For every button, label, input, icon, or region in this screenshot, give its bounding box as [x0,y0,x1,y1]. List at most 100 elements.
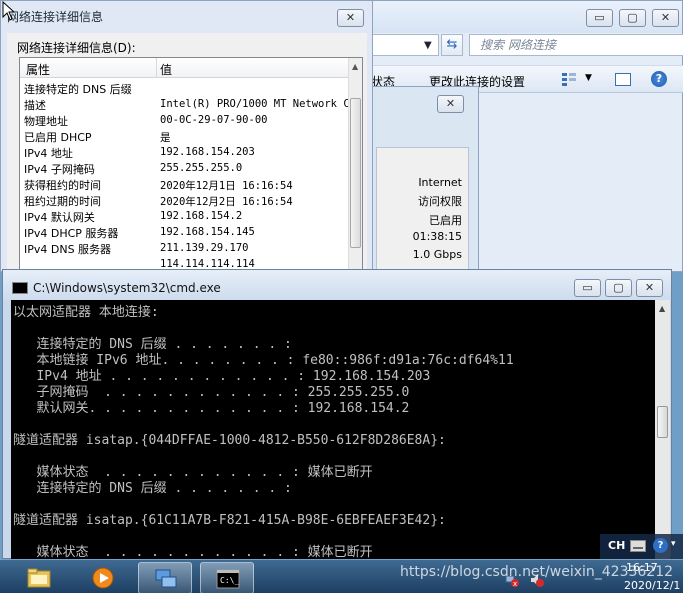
explorer-maximize-button[interactable]: ▢ [619,9,646,27]
network-details-dialog: 网络连接详细信息 ✕ 网络连接详细信息(D): 属性 值 连接特定的 DNS 后… [0,0,373,273]
table-row[interactable]: IPv4 DHCP 服务器 192.168.154.145 [20,224,350,240]
property-name: 物理地址 [24,115,68,128]
property-value: 192.168.154.203 [160,146,255,158]
media-player-icon [92,567,114,589]
property-value: 2020年12月2日 16:16:54 [160,196,293,208]
change-view-icon[interactable] [561,72,577,86]
property-value: 211.139.29.170 [160,242,249,254]
explorer-close-button[interactable]: ✕ [652,9,679,27]
table-row[interactable]: 已启用 DHCP 是 [20,128,350,144]
property-name: IPv4 子网掩码 [24,163,95,176]
column-header-value[interactable]: 值 [160,61,172,78]
cmd-maximize-button[interactable]: ▢ [605,279,632,297]
property-value: 是 [160,132,171,144]
cmd-icon [12,282,28,294]
status-close-button[interactable]: ✕ [437,95,464,113]
keyboard-icon[interactable] [630,540,646,552]
table-row[interactable]: IPv4 默认网关 192.168.154.2 [20,208,350,224]
console-output[interactable]: 以太网适配器 本地连接: 连接特定的 DNS 后缀 . . . . . . . … [11,300,655,560]
status-value: 访问权限 [418,195,462,208]
table-row[interactable]: 描述 Intel(R) PRO/1000 MT Network C [20,96,350,112]
console-line: 媒体状态 . . . . . . . . . . . . : 媒体已断开 [13,545,373,560]
scroll-thumb[interactable] [657,406,668,438]
details-close-button[interactable]: ✕ [337,9,364,27]
property-name: 获得租约的时间 [24,179,101,192]
options-icon[interactable]: ▾ [671,539,676,549]
console-line: 隧道适配器 isatap.{61C11A7B-F821-415A-B98E-6E… [13,513,446,528]
address-bar: ▼ ⇆ 搜索 网络连接 [371,34,683,58]
input-language[interactable]: CH [608,539,625,552]
address-field[interactable]: ▼ [371,34,439,56]
refresh-icon[interactable]: ⇆ [441,34,463,56]
status-value: Internet [418,176,462,189]
scroll-up-icon[interactable]: ▲ [352,62,358,71]
taskbar-explorer[interactable] [12,562,66,593]
console-line: 以太网适配器 本地连接: [13,305,159,320]
svg-text:C:\_: C:\_ [220,576,239,585]
view-dropdown-icon[interactable]: ▼ [585,73,592,83]
column-header-property[interactable]: 属性 [26,61,50,78]
clock-date[interactable]: 2020/12/1 [624,579,680,592]
mouse-cursor-icon [2,1,16,21]
property-value: Intel(R) PRO/1000 MT Network C [160,98,350,110]
status-value: 1.0 Gbps [412,248,462,261]
status-panel: Internet 访问权限 已启用 01:38:15 1.0 Gbps [376,147,469,273]
scroll-up-icon[interactable]: ▲ [659,304,665,313]
scroll-thumb[interactable] [350,98,361,248]
clock-time[interactable]: 16:17 [626,561,658,574]
table-row[interactable]: 连接特定的 DNS 后缀 [20,80,350,96]
table-row[interactable]: 物理地址 00-0C-29-07-90-00 [20,112,350,128]
taskbar-media-player[interactable] [76,562,130,593]
property-value: 255.255.255.0 [160,162,243,174]
column-divider[interactable] [156,58,157,78]
property-value: 00-0C-29-07-90-00 [160,114,268,126]
property-name: IPv4 DHCP 服务器 [24,227,119,240]
cmd-icon: C:\_ [216,569,240,589]
cmd-title: C:\Windows\system32\cmd.exe [33,281,221,295]
property-value: 2020年12月1日 16:16:54 [160,180,293,192]
folder-icon [27,568,51,588]
taskbar-cmd[interactable]: C:\_ [200,562,254,593]
table-row[interactable]: 租约过期的时间 2020年12月2日 16:16:54 [20,192,350,208]
property-name: 描述 [24,99,46,112]
table-row[interactable]: IPv4 地址 192.168.154.203 [20,144,350,160]
cmd-close-button[interactable]: ✕ [636,279,663,297]
status-value: 已启用 [429,214,462,227]
details-caption: 网络连接详细信息(D): [17,41,136,55]
explorer-minimize-button[interactable]: ▭ [586,9,613,27]
property-name: IPv4 DNS 服务器 [24,243,112,256]
svg-text:x: x [513,580,517,587]
table-row[interactable]: IPv4 DNS 服务器 211.139.29.170 [20,240,350,256]
help-icon[interactable]: ? [651,71,667,87]
property-name: 已启用 DHCP [24,131,92,144]
search-placeholder: 搜索 网络连接 [480,38,556,52]
property-name: 连接特定的 DNS 后缀 [24,83,132,96]
property-name: IPv4 地址 [24,147,73,160]
preview-pane-icon[interactable] [615,73,631,86]
table-row[interactable]: IPv4 子网掩码 255.255.255.0 [20,160,350,176]
language-bar[interactable]: CH ? ▾ [600,534,683,559]
dialog-body: 网络连接详细信息(D): 属性 值 连接特定的 DNS 后缀 描述 Intel(R)… [7,33,367,273]
details-list[interactable]: 属性 值 连接特定的 DNS 后缀 描述 Intel(R) PRO/1000 MT … [19,57,363,273]
console-line: 连接特定的 DNS 后缀 . . . . . . . : [13,481,292,496]
details-scrollbar[interactable]: ▲ [348,58,362,272]
network-icon [155,569,177,588]
local-connection-status-dialog: ✕ Internet 访问权限 已启用 01:38:15 1.0 Gbps [372,86,479,273]
search-input[interactable]: 搜索 网络连接 [469,34,683,56]
property-value: 192.168.154.2 [160,210,243,222]
cmd-minimize-button[interactable]: ▭ [574,279,601,297]
chevron-down-icon[interactable]: ▼ [424,40,432,51]
property-name: IPv4 默认网关 [24,211,95,224]
property-name: 租约过期的时间 [24,195,101,208]
help-icon[interactable]: ? [653,538,668,553]
console-line: 隧道适配器 isatap.{044DFFAE-1000-4812-B550-61… [13,433,446,448]
list-header: 属性 值 [20,58,350,78]
cmd-titlebar: C:\Windows\system32\cmd.exe ▭ ▢ ✕ [3,270,671,300]
cmd-window: C:\Windows\system32\cmd.exe ▭ ▢ ✕ 以太网适配器… [2,269,672,560]
property-value: 192.168.154.145 [160,226,255,238]
console-line: 默认网关. . . . . . . . . . . . . : 192.168.… [13,401,410,416]
status-value: 01:38:15 [412,230,462,243]
table-row[interactable]: 获得租约的时间 2020年12月1日 16:16:54 [20,176,350,192]
taskbar-network-connections[interactable] [138,562,192,593]
cmd-scrollbar[interactable]: ▲ [655,300,670,560]
